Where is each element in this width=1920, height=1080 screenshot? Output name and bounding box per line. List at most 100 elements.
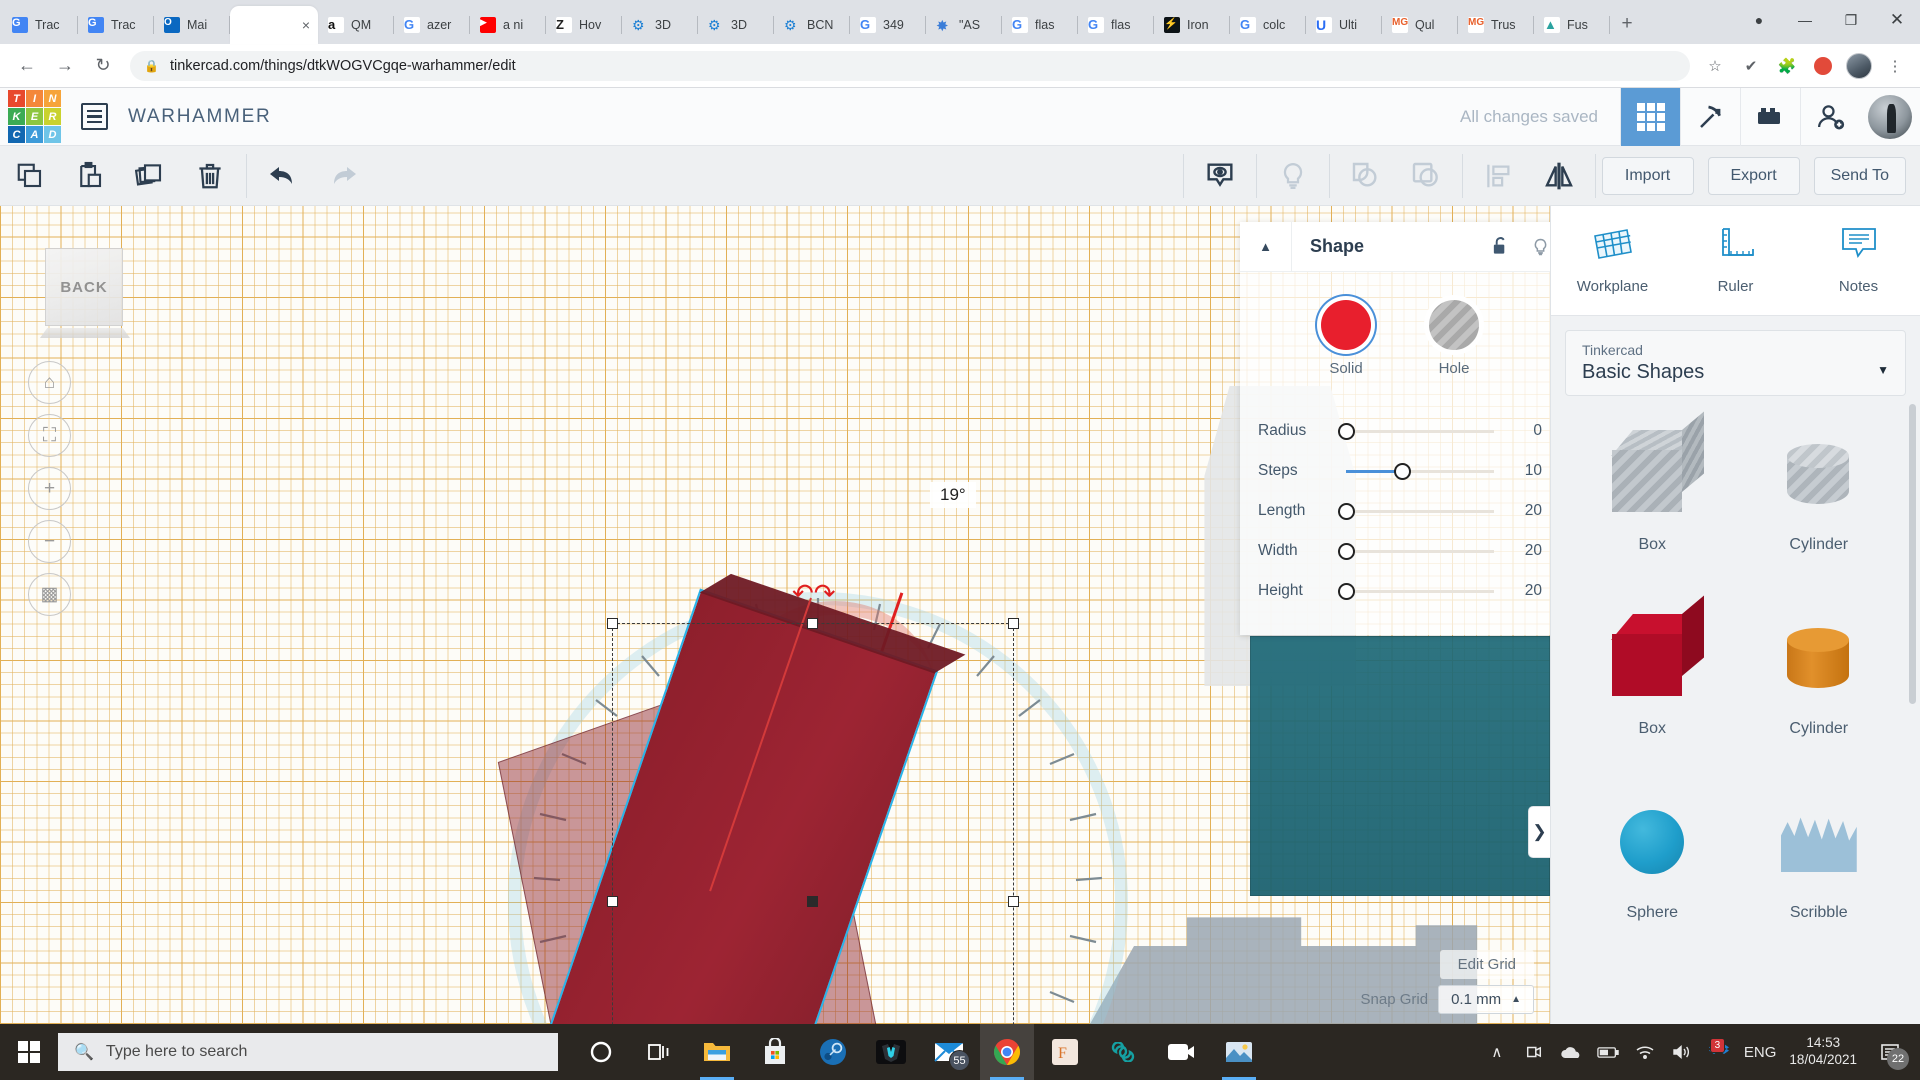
- paste-icon[interactable]: [60, 146, 120, 206]
- panel-toggle-icon[interactable]: ❯: [1528, 806, 1550, 858]
- photos-icon[interactable]: [1212, 1024, 1266, 1080]
- browser-tab-11[interactable]: G349: [850, 6, 926, 44]
- address-bar[interactable]: 🔒 tinkercad.com/things/dtkWOGVCgqe-warha…: [130, 51, 1690, 81]
- close-window-button[interactable]: ✕: [1874, 0, 1920, 40]
- 3d-canvas[interactable]: BACK ⌂ ⛶ + − ▩: [0, 206, 1550, 1024]
- import-button[interactable]: Import: [1602, 157, 1694, 195]
- solid-color-swatch[interactable]: [1321, 300, 1371, 350]
- property-value[interactable]: 20: [1508, 502, 1542, 520]
- browser-tab-9[interactable]: ⚙3D: [698, 6, 774, 44]
- property-slider[interactable]: [1346, 510, 1494, 513]
- pickaxe-icon[interactable]: [1680, 88, 1740, 146]
- screen-record-icon[interactable]: [1522, 1043, 1546, 1061]
- tinkercad-logo-icon[interactable]: TINKERCAD: [8, 90, 61, 143]
- dropbox-icon[interactable]: 3: [1707, 1043, 1731, 1061]
- clock[interactable]: 14:53 18/04/2021: [1789, 1035, 1857, 1069]
- microsoft-store-icon[interactable]: [748, 1024, 802, 1080]
- resize-handle[interactable]: [607, 896, 618, 907]
- cortana-icon[interactable]: [574, 1024, 628, 1080]
- trash-icon[interactable]: [180, 146, 240, 206]
- browser-tab-0[interactable]: GTrac: [2, 6, 78, 44]
- search-input[interactable]: 🔍 Type here to search: [58, 1033, 558, 1071]
- workplane-tool[interactable]: Workplane: [1551, 206, 1674, 315]
- shape-item-cylinder-1[interactable]: Cylinder: [1736, 414, 1903, 598]
- view-cube[interactable]: BACK: [45, 248, 123, 326]
- close-tab-icon[interactable]: ×: [302, 18, 310, 32]
- forward-icon[interactable]: →: [48, 49, 82, 83]
- browser-tab-4[interactable]: aQM: [318, 6, 394, 44]
- slider-knob[interactable]: [1338, 543, 1355, 560]
- lightbulb-icon[interactable]: [1520, 236, 1550, 258]
- user-avatar[interactable]: [1860, 88, 1920, 146]
- browser-tab-19[interactable]: MGTrus: [1458, 6, 1534, 44]
- browser-tab-3[interactable]: ×: [230, 6, 318, 44]
- task-view-icon[interactable]: [632, 1024, 686, 1080]
- shape-item-sphere-4[interactable]: Sphere: [1569, 782, 1736, 966]
- shape-item-box-2[interactable]: Box: [1569, 598, 1736, 782]
- zoom-out-icon[interactable]: −: [28, 520, 71, 563]
- mirror-icon[interactable]: [1529, 146, 1589, 206]
- profile-avatar[interactable]: [1844, 51, 1874, 81]
- property-slider[interactable]: [1346, 470, 1494, 473]
- hole-color-swatch[interactable]: [1429, 300, 1479, 350]
- browser-tab-6[interactable]: ▶a ni: [470, 6, 546, 44]
- send-to-button[interactable]: Send To: [1814, 157, 1906, 195]
- shape-library-scrollbar[interactable]: [1909, 404, 1916, 704]
- browser-tab-1[interactable]: GTrac: [78, 6, 154, 44]
- copy-icon[interactable]: [0, 146, 60, 206]
- resize-handle[interactable]: [1008, 618, 1019, 629]
- extension-check-icon[interactable]: ✔: [1736, 51, 1766, 81]
- property-value[interactable]: 0: [1508, 422, 1542, 440]
- zoom-in-icon[interactable]: +: [28, 467, 71, 510]
- project-list-icon[interactable]: [81, 103, 108, 130]
- notification-center-icon[interactable]: 22: [1870, 1024, 1910, 1080]
- ruler-tool[interactable]: Ruler: [1674, 206, 1797, 315]
- lego-brick-icon[interactable]: [1740, 88, 1800, 146]
- onedrive-icon[interactable]: [1559, 1045, 1583, 1059]
- extension-puzzle-icon[interactable]: 🧩: [1772, 51, 1802, 81]
- browser-tab-16[interactable]: Gcolc: [1230, 6, 1306, 44]
- solid-option[interactable]: Solid: [1321, 300, 1371, 377]
- property-slider[interactable]: [1346, 590, 1494, 593]
- browser-tab-14[interactable]: Gflas: [1078, 6, 1154, 44]
- slider-knob[interactable]: [1338, 503, 1355, 520]
- maximize-button[interactable]: ❐: [1828, 0, 1874, 40]
- property-value[interactable]: 20: [1508, 582, 1542, 600]
- snap-grid-dropdown[interactable]: 0.1 mm ▲: [1438, 985, 1534, 1014]
- volume-icon[interactable]: [1670, 1044, 1694, 1060]
- browser-tab-15[interactable]: ⚡Iron: [1154, 6, 1230, 44]
- property-slider[interactable]: [1346, 550, 1494, 553]
- browser-tab-17[interactable]: UUlti: [1306, 6, 1382, 44]
- property-value[interactable]: 10: [1508, 462, 1542, 480]
- chrome-menu-icon[interactable]: ⋮: [1880, 51, 1910, 81]
- fit-view-icon[interactable]: ⛶: [28, 414, 71, 457]
- export-button[interactable]: Export: [1708, 157, 1800, 195]
- browser-tab-2[interactable]: OMai: [154, 6, 230, 44]
- home-view-icon[interactable]: ⌂: [28, 361, 71, 404]
- hole-option[interactable]: Hole: [1429, 300, 1479, 377]
- slider-knob[interactable]: [1338, 583, 1355, 600]
- file-explorer-icon[interactable]: [690, 1024, 744, 1080]
- windows-start-icon[interactable]: [0, 1024, 58, 1080]
- browser-tab-13[interactable]: Gflas: [1002, 6, 1078, 44]
- predator-sense-icon[interactable]: [864, 1024, 918, 1080]
- resize-handle[interactable]: [607, 618, 618, 629]
- shape-item-scribble-5[interactable]: Scribble: [1736, 782, 1903, 966]
- browser-tab-10[interactable]: ⚙BCN: [774, 6, 850, 44]
- wifi-icon[interactable]: [1633, 1044, 1657, 1060]
- slider-knob[interactable]: [1338, 423, 1355, 440]
- resize-handle[interactable]: [807, 618, 818, 629]
- resize-handle[interactable]: [1008, 896, 1019, 907]
- teal-block-solid[interactable]: [1250, 636, 1550, 896]
- browser-tab-18[interactable]: MGQul: [1382, 6, 1458, 44]
- language-indicator[interactable]: ENG: [1744, 1044, 1777, 1061]
- extension-red-icon[interactable]: [1808, 51, 1838, 81]
- add-person-icon[interactable]: [1800, 88, 1860, 146]
- notes-tool[interactable]: Notes: [1797, 206, 1920, 315]
- undo-icon[interactable]: [253, 146, 313, 206]
- selection-bounding-box[interactable]: [612, 623, 1014, 1024]
- back-icon[interactable]: ←: [10, 49, 44, 83]
- show-hide-icon[interactable]: [1190, 146, 1250, 206]
- property-slider[interactable]: [1346, 430, 1494, 433]
- browser-tab-20[interactable]: ▲Fus: [1534, 6, 1610, 44]
